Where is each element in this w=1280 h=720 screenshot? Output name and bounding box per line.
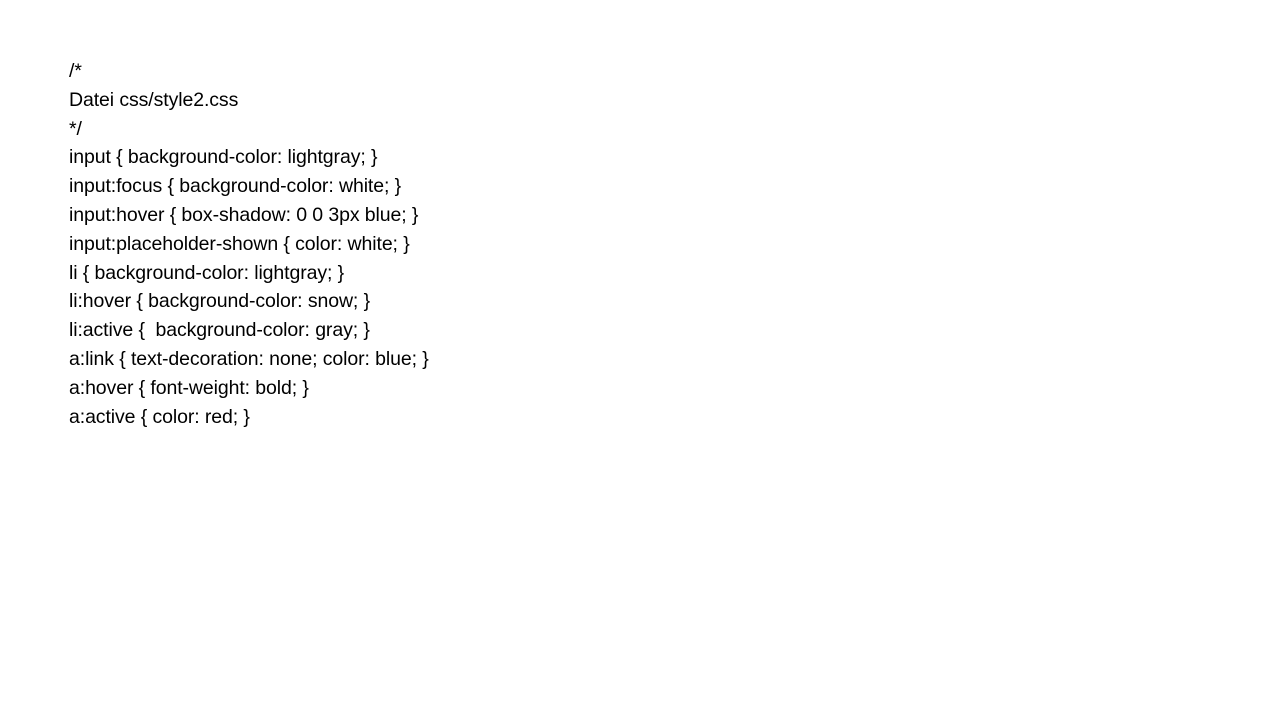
- slide: /* Datei css/style2.css */ input { backg…: [0, 0, 1280, 720]
- css-rule-a-hover: a:hover { font-weight: bold; }: [69, 376, 309, 399]
- css-rule-a-active: a:active { color: red; }: [69, 405, 250, 428]
- css-rule-a-link: a:link { text-decoration: none; color: b…: [69, 347, 429, 370]
- css-rule-input-placeholder-shown: input:placeholder-shown { color: white; …: [69, 232, 410, 255]
- css-rule-li-active: li:active { background-color: gray; }: [69, 319, 370, 342]
- css-rule-li: li { background-color: lightgray; }: [69, 261, 345, 284]
- comment-open-line: /*: [69, 60, 82, 82]
- css-rule-input-focus: input:focus { background-color: white; }: [69, 175, 402, 198]
- css-rule-input: input { background-color: lightgray; }: [69, 146, 378, 169]
- css-code-block: /* Datei css/style2.css */ input { backg…: [69, 57, 429, 431]
- comment-close-line: */: [69, 117, 82, 140]
- css-rule-li-hover: li:hover { background-color: snow; }: [69, 290, 370, 313]
- css-rule-input-hover: input:hover { box-shadow: 0 0 3px blue; …: [69, 203, 419, 226]
- filename-comment-line: Datei css/style2.css: [69, 88, 239, 111]
